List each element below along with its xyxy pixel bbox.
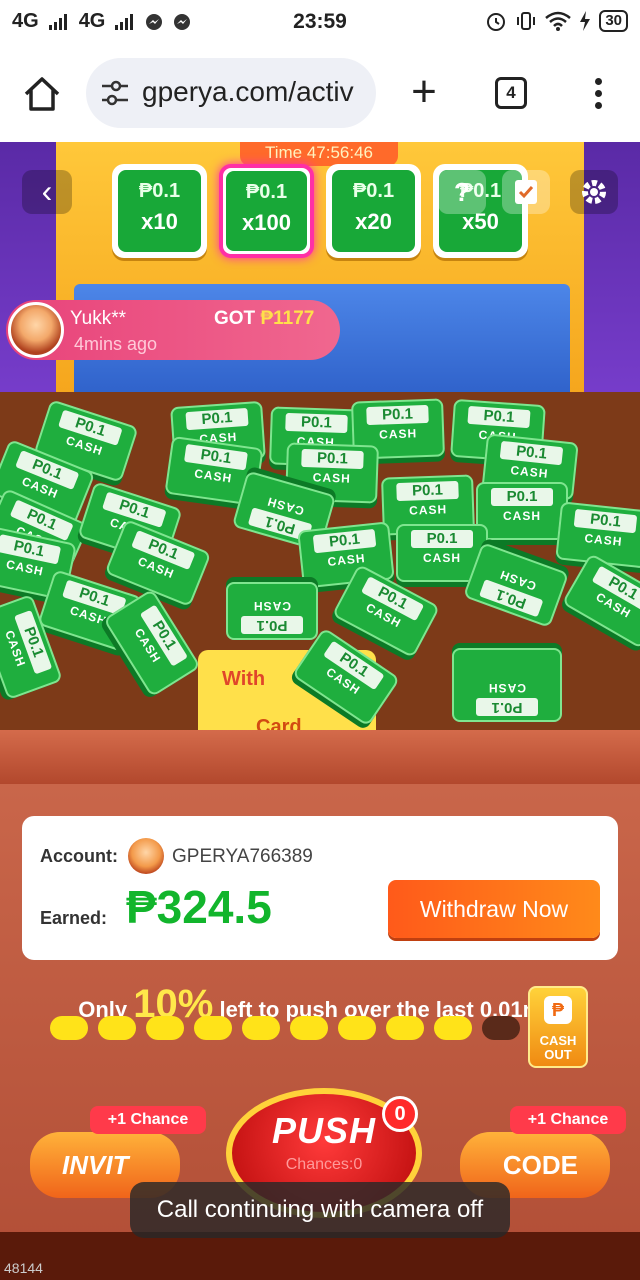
code-chance-badge: +1 Chance bbox=[510, 1106, 626, 1134]
cash-out-button[interactable]: ₱ CASH OUT bbox=[528, 986, 588, 1068]
progress-dot bbox=[338, 1016, 376, 1040]
invite-chance-badge: +1 Chance bbox=[90, 1106, 206, 1134]
url-bar[interactable]: gperya.com/activ bbox=[86, 58, 376, 128]
tab-switcher-button[interactable]: 4 bbox=[495, 77, 527, 109]
push-chances: Chances:0 bbox=[285, 1156, 363, 1173]
bet-multiplier: x100 bbox=[242, 210, 291, 235]
settings-button[interactable] bbox=[570, 170, 618, 214]
progress-dot bbox=[386, 1016, 424, 1040]
home-icon[interactable] bbox=[22, 74, 62, 114]
browser-toolbar: gperya.com/activ + 4 bbox=[0, 44, 640, 142]
got-label: GOT bbox=[214, 308, 256, 329]
vibrate-icon bbox=[517, 12, 536, 30]
bet-option-selected[interactable]: ₱0.1 x100 bbox=[219, 164, 314, 258]
gear-icon bbox=[582, 180, 606, 204]
bet-amount: ₱0.1 bbox=[352, 180, 395, 202]
account-id: GPERYA766389 bbox=[172, 846, 313, 867]
progress-dot bbox=[434, 1016, 472, 1040]
card-tile-text-top: With bbox=[222, 668, 266, 690]
alarm-icon bbox=[487, 13, 506, 31]
battery-level: 30 bbox=[599, 10, 628, 32]
winner-time: 4mins ago bbox=[74, 334, 158, 354]
progress-dot bbox=[50, 1016, 88, 1040]
progress-dots bbox=[50, 1016, 520, 1040]
coin-tile: P0.1CASH bbox=[452, 648, 562, 722]
winner-amount: GOT ₱1177 bbox=[214, 308, 314, 330]
bet-multiplier: x20 bbox=[355, 209, 392, 234]
bet-option[interactable]: ₱0.1 x10 bbox=[112, 164, 207, 258]
help-button[interactable]: ? bbox=[438, 170, 486, 214]
bet-amount: ₱0.1 bbox=[138, 180, 181, 202]
url-text[interactable]: gperya.com/activ bbox=[142, 76, 364, 108]
winner-avatar bbox=[8, 302, 64, 358]
status-bar: 4G 4G 23:59 30 bbox=[0, 0, 640, 44]
coin-tray bbox=[0, 730, 640, 784]
corner-number: 48144 bbox=[4, 1260, 43, 1276]
event-timer: Time 47:56:46 bbox=[240, 142, 398, 166]
earned-label: Earned: bbox=[40, 908, 108, 928]
charging-icon bbox=[580, 11, 591, 31]
coin-tile: P0.1CASH bbox=[226, 582, 318, 640]
game-area: Time 47:56:46 ‹ ₱0.1 x10 ₱0.1 x100 ₱0.1 x20… bbox=[0, 142, 640, 1280]
account-label: Account: bbox=[40, 846, 118, 866]
progress-dot bbox=[290, 1016, 328, 1040]
tasks-button[interactable] bbox=[502, 170, 550, 214]
bet-option[interactable]: ₱0.1 x20 bbox=[326, 164, 421, 258]
bottom-base bbox=[0, 1232, 640, 1280]
progress-dot bbox=[146, 1016, 184, 1040]
push-count-badge: 0 bbox=[382, 1096, 418, 1132]
coin-tile: P0.1CASH bbox=[476, 482, 568, 540]
account-card: Account: GPERYA766389 Earned: ₱324.5 Wit… bbox=[22, 816, 618, 960]
browser-menu-button[interactable] bbox=[586, 78, 610, 112]
progress-dot bbox=[242, 1016, 280, 1040]
account-avatar bbox=[128, 838, 164, 874]
bet-multiplier: x10 bbox=[141, 209, 178, 234]
got-amount: ₱1177 bbox=[260, 308, 315, 329]
progress-dot bbox=[98, 1016, 136, 1040]
new-tab-button[interactable]: + bbox=[404, 70, 444, 114]
bet-amount: ₱0.1 bbox=[245, 181, 288, 203]
peso-icon: ₱ bbox=[544, 996, 572, 1024]
call-toast: Call continuing with camera off bbox=[130, 1182, 510, 1238]
withdraw-now-button[interactable]: Withdraw Now bbox=[388, 880, 600, 938]
earned-amount: ₱324.5 bbox=[126, 881, 272, 933]
winner-ticker: Yukk** GOT ₱1177 4mins ago bbox=[6, 300, 340, 360]
cash-out-label: CASH OUT bbox=[539, 1033, 577, 1062]
winner-name: Yukk** bbox=[70, 308, 126, 329]
site-settings-icon[interactable] bbox=[100, 80, 130, 106]
back-button[interactable]: ‹ bbox=[22, 170, 72, 214]
progress-dot bbox=[194, 1016, 232, 1040]
progress-dot bbox=[482, 1016, 520, 1040]
wifi-icon bbox=[545, 11, 572, 31]
status-icons: 30 bbox=[485, 10, 628, 32]
checklist-icon bbox=[515, 180, 537, 204]
